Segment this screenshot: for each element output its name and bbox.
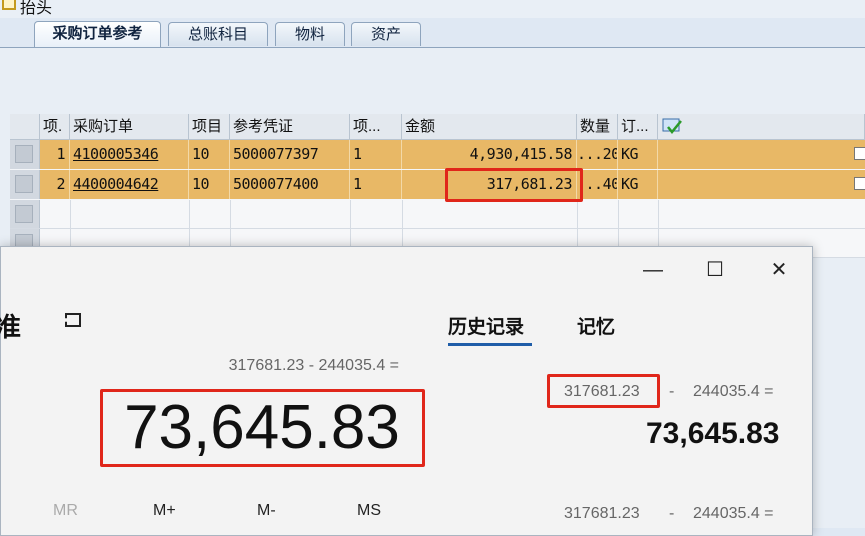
- po-items-table: 项. 采购订单 项目 参考凭证 项... 金额 数量 订... 1 410000…: [10, 114, 865, 258]
- history-operand-b: 244035.4 =: [693, 383, 774, 400]
- tab-memory[interactable]: 记忆: [577, 312, 615, 339]
- col-header-qty[interactable]: 数量: [577, 114, 618, 140]
- row-selector[interactable]: [10, 200, 40, 228]
- table-row[interactable]: 2 4400004642 10 5000077400 1 317,681.23 …: [10, 170, 865, 199]
- row-checkbox[interactable]: [854, 147, 865, 160]
- header-bar: 抬头: [0, 0, 865, 18]
- cell-ref-doc: 5000077400: [230, 170, 350, 199]
- cell-unit: KG: [618, 140, 658, 169]
- memory-store-button[interactable]: MS: [357, 502, 381, 520]
- tab-history[interactable]: 历史记录: [448, 312, 524, 339]
- cell-ref-item: 1: [350, 170, 402, 199]
- tab-asset[interactable]: 资产: [351, 22, 421, 46]
- history-operand-b: 244035.4 =: [693, 505, 774, 522]
- column-settings-icon[interactable]: [662, 118, 684, 136]
- keep-on-top-icon[interactable]: [65, 313, 81, 327]
- history-tab-indicator: [448, 343, 532, 346]
- header-title: 抬头: [20, 0, 53, 17]
- table-row[interactable]: 1 4100005346 10 5000077397 1 4,930,415.5…: [10, 140, 865, 169]
- select-all-cell[interactable]: [10, 114, 40, 140]
- col-header-ref-item[interactable]: 项...: [350, 114, 402, 140]
- col-header-ref-doc[interactable]: 参考凭证: [230, 114, 350, 140]
- maximize-button[interactable]: ☐: [695, 255, 735, 285]
- cell-qty[interactable]: ...20: [577, 140, 618, 169]
- col-header-order-unit[interactable]: 订...: [618, 114, 658, 140]
- row-selector[interactable]: [10, 140, 40, 169]
- result-highlight-box: [100, 389, 425, 467]
- history-operand-a: 317681.23: [564, 505, 640, 522]
- cell-po-link[interactable]: 4100005346: [70, 140, 189, 169]
- history-operator: -: [669, 505, 675, 522]
- cell-unit: KG: [618, 170, 658, 199]
- cell-po-item: 10: [189, 140, 230, 169]
- cell-po-link[interactable]: 4400004642: [70, 170, 189, 199]
- col-header-amount[interactable]: 金额: [402, 114, 577, 140]
- col-header-po[interactable]: 采购订单: [70, 114, 189, 140]
- row-checkbox[interactable]: [854, 177, 865, 190]
- history-operator: -: [669, 383, 675, 400]
- empty-table-row[interactable]: [10, 200, 865, 229]
- col-header-item[interactable]: 项.: [40, 114, 70, 140]
- close-button[interactable]: ✕: [759, 255, 799, 285]
- history-highlight-box: [547, 374, 660, 408]
- amount-highlight-box: [445, 168, 583, 202]
- memory-add-button[interactable]: M+: [153, 502, 176, 520]
- expression-display: 317681.23 - 244035.4 =: [228, 357, 399, 374]
- tab-strip: 采购订单参考 总账科目 物料 资产: [0, 18, 865, 48]
- cell-item: 1: [40, 140, 70, 169]
- calculator-window: — ☐ ✕ 准 317681.23 - 244035.4 = 73,645.83…: [0, 246, 813, 536]
- column-settings-cell[interactable]: [658, 114, 865, 140]
- cell-ref-doc: 5000077397: [230, 140, 350, 169]
- tab-gl-account[interactable]: 总账科目: [168, 22, 268, 46]
- col-header-po-item[interactable]: 项目: [189, 114, 230, 140]
- cell-amount[interactable]: 4,930,415.58: [402, 140, 577, 169]
- minimize-button[interactable]: —: [633, 255, 673, 285]
- cell-item: 2: [40, 170, 70, 199]
- history-result: 73,645.83: [646, 417, 780, 450]
- memory-recall-button[interactable]: MR: [53, 502, 78, 520]
- calculator-mode-title: 准: [0, 313, 22, 343]
- header-doc-icon: [2, 0, 16, 10]
- row-selector[interactable]: [10, 170, 40, 199]
- tab-material[interactable]: 物料: [275, 22, 345, 46]
- cell-qty[interactable]: ...40: [577, 170, 618, 199]
- cell-ref-item: 1: [350, 140, 402, 169]
- memory-subtract-button[interactable]: M-: [257, 502, 276, 520]
- cell-po-item: 10: [189, 170, 230, 199]
- tab-po-reference[interactable]: 采购订单参考: [34, 21, 161, 48]
